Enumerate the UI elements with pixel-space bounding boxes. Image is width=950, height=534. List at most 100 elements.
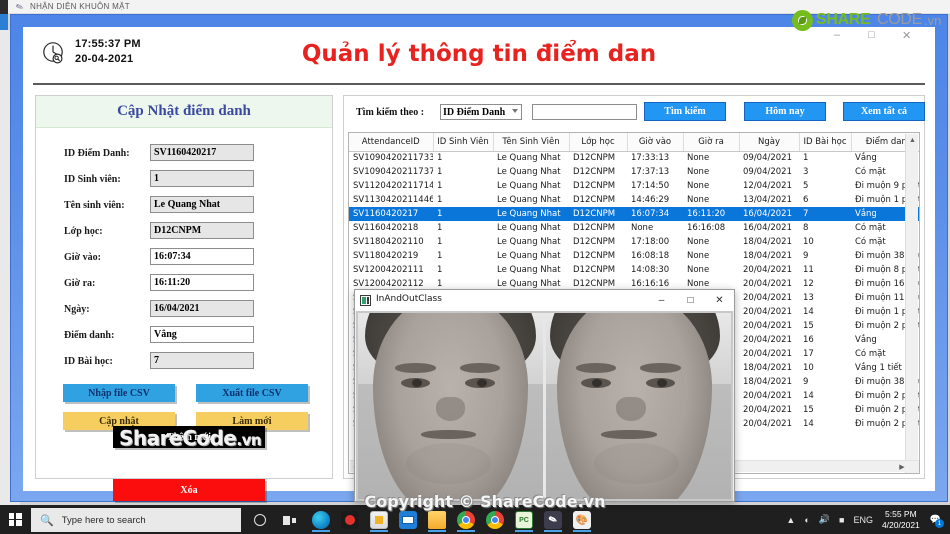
explorer-icon[interactable] bbox=[425, 508, 449, 532]
table-cell: 1 bbox=[437, 167, 443, 177]
table-header-cell[interactable]: ID Bài học bbox=[799, 133, 852, 152]
input-student-id[interactable]: 1 bbox=[150, 170, 254, 187]
input-class[interactable]: D12CNPM bbox=[150, 222, 254, 239]
sharecode-logo-share: SHARE bbox=[816, 11, 871, 28]
face-photo-left bbox=[358, 313, 544, 499]
table-cell: 09/04/2021 bbox=[743, 167, 792, 177]
table-cell: 14 bbox=[803, 419, 814, 429]
windows-taskbar: 🔍 Type here to search PC ✎ 🎨 ▲ ◐ 🔊 ■ ENG… bbox=[0, 505, 950, 534]
input-time-in[interactable]: 16:07:34 bbox=[150, 248, 254, 265]
sharecode-logo-mark bbox=[792, 10, 813, 31]
volume-icon[interactable]: 🔊 bbox=[819, 514, 830, 525]
table-header-cell[interactable]: Lớp học bbox=[569, 133, 628, 152]
app-header: 17:55:37 PM 20-04-2021 Quản lý thông tin… bbox=[23, 27, 935, 83]
table-row[interactable]: SV1130420211446‹ 1 Le Quang Nhat D12CNPM 14:… bbox=[349, 193, 919, 207]
chrome-icon[interactable] bbox=[454, 508, 478, 532]
task-view-icon[interactable] bbox=[277, 508, 301, 532]
notification-icon[interactable]: 💬 1 bbox=[930, 514, 944, 528]
input-lesson-id[interactable]: 7 bbox=[150, 352, 254, 369]
table-cell: 1 bbox=[437, 223, 443, 233]
table-row[interactable]: SV1160420218 1 Le Quang Nhat D12CNPM None 16:… bbox=[349, 221, 919, 235]
sharecode-logo: SHARE CODE .vn bbox=[792, 9, 944, 33]
editor-icon[interactable]: ✎ bbox=[541, 508, 565, 532]
cortana-icon[interactable] bbox=[248, 508, 272, 532]
today-button[interactable]: Hôm nay bbox=[744, 102, 826, 121]
pen-icon: ✎ bbox=[14, 1, 25, 14]
wifi-icon[interactable]: ◐ bbox=[804, 515, 809, 525]
notification-badge: 1 bbox=[935, 519, 944, 528]
table-row[interactable]: SV1090420211737' 1 Le Quang Nhat D12CNPM 17:… bbox=[349, 165, 919, 179]
table-header-cell[interactable]: Giờ ra bbox=[683, 133, 740, 152]
input-student-name[interactable]: Le Quang Nhat bbox=[150, 196, 254, 213]
dialog-close-button[interactable]: ✕ bbox=[705, 290, 734, 311]
table-cell: 20/04/2021 bbox=[743, 293, 792, 303]
field-row-time-out: Giờ ra: 16:11:20 bbox=[36, 274, 332, 299]
table-cell: 1 bbox=[433, 207, 493, 221]
table-row[interactable]: SV1090420211733' 1 Le Quang Nhat D12CNPM 17:… bbox=[349, 151, 919, 165]
scroll-up-icon[interactable]: ▲ bbox=[906, 134, 919, 147]
table-header-cell[interactable]: Giờ vào bbox=[627, 133, 684, 152]
table-row[interactable]: SV12004202111 1 Le Quang Nhat D12CNPM 14:08:… bbox=[349, 263, 919, 277]
panel-heading-label: Cập Nhật điểm danh bbox=[117, 103, 251, 119]
dialog-maximize-button[interactable]: □ bbox=[676, 290, 705, 311]
chrome-icon-2[interactable] bbox=[483, 508, 507, 532]
opera-gx-icon[interactable] bbox=[338, 508, 362, 532]
table-cell: None bbox=[687, 265, 710, 275]
mail-icon[interactable] bbox=[396, 508, 420, 532]
dialog-body bbox=[356, 311, 733, 501]
table-cell: 20/04/2021 bbox=[743, 279, 792, 289]
start-button[interactable] bbox=[0, 505, 30, 534]
view-all-button[interactable]: Xem tất cả bbox=[843, 102, 925, 121]
table-cell: D12CNPM bbox=[573, 181, 616, 191]
delete-button[interactable]: Xóa bbox=[113, 479, 265, 501]
dialog-titlebar[interactable]: InAndOutClass – □ ✕ bbox=[355, 290, 734, 311]
table-cell: 11 bbox=[803, 265, 814, 275]
input-status[interactable]: Vắng bbox=[150, 326, 254, 343]
search-button[interactable]: Tìm kiếm bbox=[644, 102, 726, 121]
table-cell: 12/04/2021 bbox=[743, 181, 792, 191]
table-header-cell[interactable]: ID Sinh Viên bbox=[433, 133, 494, 152]
table-cell: 15 bbox=[803, 405, 814, 415]
table-cell: None bbox=[687, 195, 710, 205]
pc-tool-icon[interactable]: PC bbox=[512, 508, 536, 532]
add-new-button[interactable]: Thêm mới bbox=[113, 426, 265, 448]
language-indicator[interactable]: ENG bbox=[853, 515, 873, 525]
table-row[interactable]: SV1180420219 1 Le Quang Nhat D12CNPM 16:08:1… bbox=[349, 249, 919, 263]
label-time-out: Giờ ra: bbox=[64, 278, 96, 289]
scroll-right-icon[interactable]: ▶ bbox=[896, 461, 908, 473]
table-row[interactable]: SV1160420217 1 Le Quang Nhat D12CNPM 16:07:3… bbox=[349, 207, 919, 221]
table-cell: SV1090420211737' bbox=[353, 167, 433, 177]
edge-icon[interactable] bbox=[309, 508, 333, 532]
chevron-up-icon[interactable]: ▲ bbox=[786, 515, 795, 525]
search-input[interactable] bbox=[532, 104, 637, 120]
input-time-out[interactable]: 16:11:20 bbox=[150, 274, 254, 291]
dialog-minimize-button[interactable]: – bbox=[647, 290, 676, 311]
table-cell: 20/04/2021 bbox=[743, 307, 792, 317]
paint-icon[interactable]: 🎨 bbox=[570, 508, 594, 532]
taskbar-search-input[interactable]: 🔍 Type here to search bbox=[31, 508, 241, 532]
table-vertical-scrollbar[interactable]: ▲ ▼ bbox=[905, 134, 919, 473]
update-attendance-panel: Cập Nhật điểm danh ID Điểm Danh: SV11604… bbox=[35, 95, 333, 501]
table-cell: None bbox=[687, 153, 710, 164]
table-header-cell[interactable]: AttendanceID bbox=[349, 133, 434, 152]
taskbar-clock[interactable]: 5:55 PM 4/20/2021 bbox=[882, 509, 920, 531]
table-header-cell[interactable]: Tên Sinh Viên bbox=[493, 133, 570, 152]
input-date[interactable]: 16/04/2021 bbox=[150, 300, 254, 317]
table-cell: D12CNPM bbox=[573, 153, 616, 164]
import-csv-button[interactable]: Nhập file CSV bbox=[63, 384, 175, 402]
table-cell: 8 bbox=[803, 223, 809, 233]
store-icon[interactable] bbox=[367, 508, 391, 532]
table-cell: 16 bbox=[803, 335, 814, 345]
table-row[interactable]: SV1120420211714‹ 1 Le Quang Nhat D12CNPM 17:… bbox=[349, 179, 919, 193]
battery-icon[interactable]: ■ bbox=[839, 515, 844, 525]
table-cell: 17:14:50 bbox=[631, 181, 670, 191]
table-row[interactable]: SV11804202110 1 Le Quang Nhat D12CNPM 17:18:… bbox=[349, 235, 919, 249]
table-cell: None bbox=[631, 223, 654, 233]
taskbar-time: 5:55 PM bbox=[885, 508, 917, 519]
export-csv-button[interactable]: Xuất file CSV bbox=[196, 384, 308, 402]
search-field-selected-value: ID Điểm Danh bbox=[443, 106, 506, 118]
search-field-select[interactable]: ID Điểm Danh bbox=[440, 104, 522, 120]
input-attendance-id[interactable]: SV1160420217 bbox=[150, 144, 254, 161]
table-cell: 13/04/2021 bbox=[743, 195, 792, 205]
table-header-cell[interactable]: Ngày bbox=[739, 133, 800, 152]
